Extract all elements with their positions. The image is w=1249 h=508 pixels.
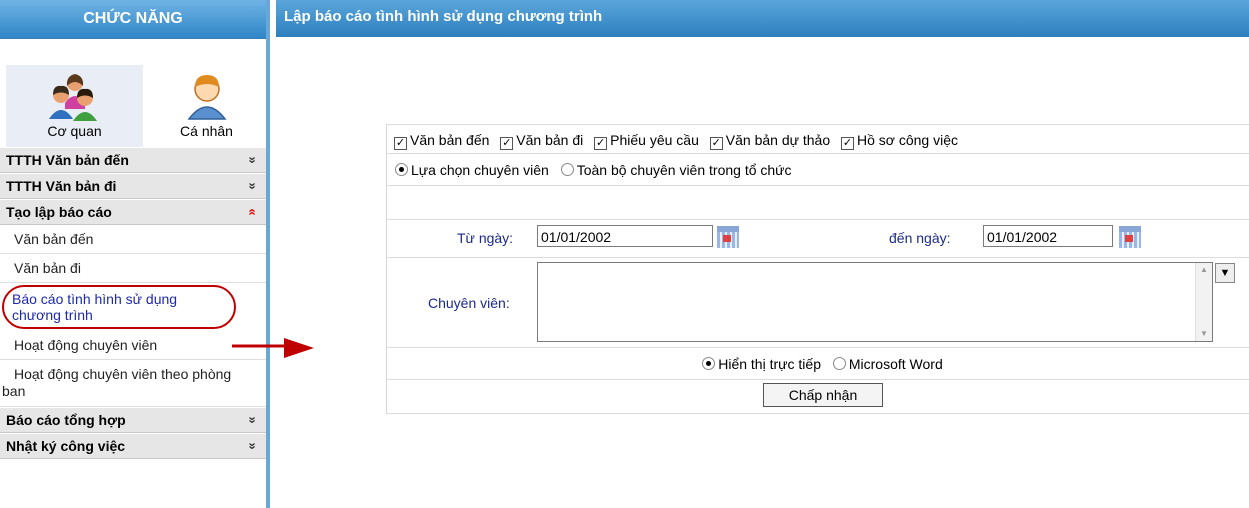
- checkbox-icon: ✓: [709, 137, 723, 150]
- radio-hien-thi-truc-tiep[interactable]: Hiển thị trực tiếp: [694, 356, 821, 372]
- expand-icon: »: [245, 182, 261, 190]
- section-label: TTTH Văn bản đến: [6, 152, 129, 168]
- specialist-list[interactable]: ▲ ▼: [537, 262, 1213, 342]
- date-range-row: Từ ngày: 01/01/2002 đến ngày: 01/01/2002: [387, 220, 1249, 258]
- checkbox-label: Văn bản đi: [516, 132, 584, 148]
- radio-icon: [395, 163, 408, 176]
- radio-label: Lựa chọn chuyên viên: [411, 162, 549, 178]
- checkbox-label: Văn bản đến: [410, 132, 490, 148]
- scrollbar[interactable]: ▲ ▼: [1195, 263, 1212, 341]
- person-icon: [186, 75, 227, 120]
- document-type-row: ✓ Văn bản đến ✓ Văn bản đi ✓ Phiếu yêu cầu …: [387, 124, 1249, 154]
- section-tao-lap-bao-cao[interactable]: Tạo lập báo cáo «: [0, 199, 266, 225]
- calendar-icon[interactable]: [717, 226, 739, 248]
- report-form: ✓ Văn bản đến ✓ Văn bản đi ✓ Phiếu yêu cầu …: [386, 124, 1249, 414]
- radio-microsoft-word[interactable]: Microsoft Word: [825, 356, 943, 372]
- submit-button[interactable]: Chấp nhận: [763, 383, 883, 407]
- sidebar-item-hoat-dong-chuyen-vien[interactable]: Hoạt động chuyên viên: [0, 331, 266, 360]
- radio-icon: [832, 357, 846, 370]
- checkbox-icon: ✓: [594, 137, 608, 150]
- scroll-up-icon[interactable]: ▲: [1196, 263, 1212, 277]
- ca-nhan-button[interactable]: Cá nhân: [143, 65, 270, 147]
- expand-icon: »: [245, 416, 261, 424]
- section-label: Tạo lập báo cáo: [6, 204, 112, 220]
- scroll-down-icon[interactable]: ▼: [1196, 327, 1212, 341]
- checkbox-phieu-yeu-cau[interactable]: ✓ Phiếu yêu cầu: [587, 132, 699, 150]
- to-date-label: đến ngày:: [889, 230, 951, 246]
- section-nhat-ky-cong-viec[interactable]: Nhật ký công việc »: [0, 433, 266, 459]
- calendar-icon[interactable]: [1119, 226, 1141, 248]
- ca-nhan-label: Cá nhân: [180, 123, 233, 139]
- radio-label: Microsoft Word: [848, 356, 943, 372]
- collapse-icon: «: [245, 208, 261, 216]
- radio-label: Hiển thị trực tiếp: [718, 356, 821, 372]
- checkbox-label: Phiếu yêu cầu: [610, 132, 699, 148]
- sidebar-item-hoat-dong-phong-ban[interactable]: Hoạt động chuyên viên theo phòng ban: [0, 360, 266, 407]
- co-quan-button[interactable]: Cơ quan: [6, 65, 143, 147]
- checkbox-van-ban-den[interactable]: ✓ Văn bản đến: [387, 132, 490, 150]
- checkbox-ho-so-cong-viec[interactable]: ✓ Hồ sơ công việc: [834, 132, 959, 150]
- from-date-label: Từ ngày:: [457, 230, 514, 246]
- page-title: Lập báo cáo tình hình sử dụng chương trì…: [276, 0, 1249, 37]
- section-ttth-van-ban-di[interactable]: TTTH Văn bản đi »: [0, 173, 266, 199]
- dropdown-icon[interactable]: ▼: [1215, 263, 1235, 283]
- checkbox-van-ban-du-thao[interactable]: ✓ Văn bản dự thảo: [703, 132, 831, 150]
- section-label: TTTH Văn bản đi: [6, 178, 117, 194]
- checkbox-label: Văn bản dự thảo: [725, 132, 831, 148]
- checkbox-van-ban-di[interactable]: ✓ Văn bản đi: [493, 132, 584, 150]
- section-label: Nhật ký công việc: [6, 438, 126, 454]
- group-people-icon: [48, 74, 97, 121]
- submit-row: Chấp nhận: [387, 380, 1249, 414]
- sidebar-item-bao-cao-tinh-hinh[interactable]: Báo cáo tình hình sử dụng chương trình: [2, 285, 236, 329]
- to-date-input[interactable]: 01/01/2002: [983, 225, 1113, 247]
- expand-icon: »: [245, 442, 261, 450]
- checkbox-icon: ✓: [841, 137, 854, 150]
- radio-icon: [702, 357, 716, 370]
- specialist-label: Chuyên viên:: [428, 295, 510, 311]
- output-row: Hiển thị trực tiếp Microsoft Word: [387, 348, 1249, 380]
- annotation-arrow-icon: [232, 338, 314, 358]
- section-label: Báo cáo tổng hợp: [6, 412, 126, 428]
- sidebar-icon-row: Cơ quan Cá nhân: [0, 39, 266, 147]
- expand-icon: »: [245, 156, 261, 164]
- section-ttth-van-ban-den[interactable]: TTTH Văn bản đến »: [0, 147, 266, 173]
- from-date-input[interactable]: 01/01/2002: [537, 225, 713, 247]
- checkbox-icon: ✓: [394, 137, 407, 150]
- radio-toan-bo-chuyen-vien[interactable]: Toàn bộ chuyên viên trong tổ chức: [553, 162, 792, 178]
- radio-icon: [560, 163, 574, 176]
- co-quan-label: Cơ quan: [47, 123, 102, 139]
- sidebar: CHỨC NĂNG Cơ quan Cá nhân TTTH Văn bản đ…: [0, 0, 270, 508]
- section-bao-cao-tong-hop[interactable]: Báo cáo tổng hợp »: [0, 407, 266, 433]
- scope-row: Lựa chọn chuyên viên Toàn bộ chuyên viên…: [387, 154, 1249, 186]
- sidebar-item-van-ban-den[interactable]: Văn bản đến: [0, 225, 266, 254]
- sidebar-item-van-ban-di[interactable]: Văn bản đi: [0, 254, 266, 283]
- spacer-row: [387, 186, 1249, 220]
- radio-label: Toàn bộ chuyên viên trong tổ chức: [576, 162, 792, 178]
- checkbox-icon: ✓: [500, 137, 514, 150]
- radio-lua-chon-chuyen-vien[interactable]: Lựa chọn chuyên viên: [387, 162, 549, 178]
- sidebar-header: CHỨC NĂNG: [0, 0, 266, 39]
- specialist-row: Chuyên viên: ▲ ▼ ▼: [387, 258, 1249, 348]
- checkbox-label: Hồ sơ công việc: [857, 132, 959, 148]
